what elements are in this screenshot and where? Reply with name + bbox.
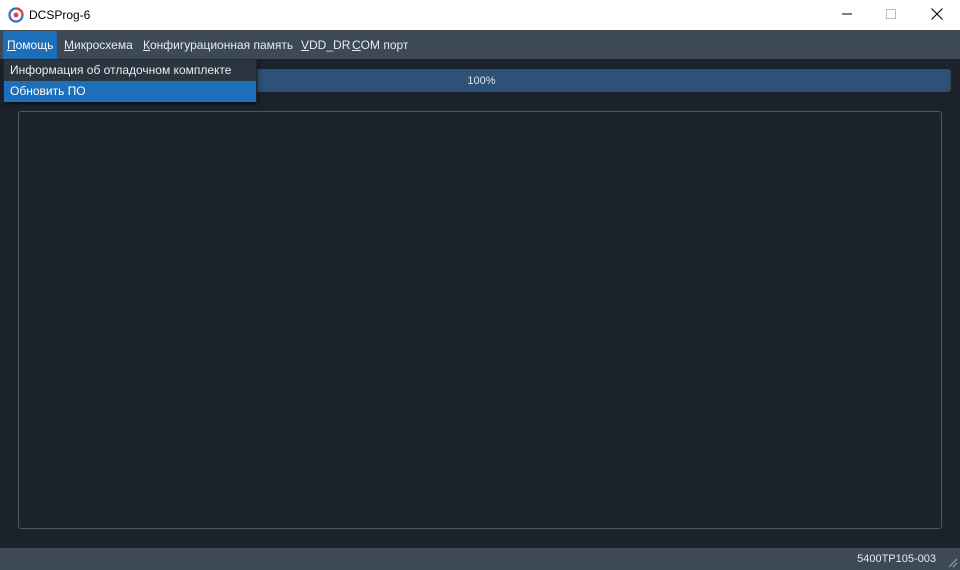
menu-config-memory-mnemonic: К bbox=[143, 38, 150, 52]
window-title: DCSProg-6 bbox=[29, 8, 91, 22]
menu-com-port-label: OM порт bbox=[360, 38, 409, 52]
menu-config-memory[interactable]: Конфигурационная память bbox=[139, 31, 297, 59]
resize-grip-icon[interactable] bbox=[946, 556, 958, 568]
help-dropdown-menu: Информация об отладочном комплекте Обнов… bbox=[3, 59, 257, 102]
app-window: DCSProg-6 Помощь Микросхема Конфигурацио… bbox=[0, 0, 960, 570]
maximize-icon bbox=[886, 8, 896, 22]
menu-item-update-firmware[interactable]: Обновить ПО bbox=[4, 81, 256, 102]
menu-help[interactable]: Помощь bbox=[3, 31, 58, 59]
menu-com-port-mnemonic: C bbox=[352, 38, 361, 52]
menu-config-memory-label: онфигурационная память bbox=[150, 38, 294, 52]
maximize-button[interactable] bbox=[868, 0, 914, 30]
status-bar: 5400ТР105-003 bbox=[0, 548, 960, 570]
menu-vdd-dr[interactable]: VDD_DR bbox=[297, 31, 354, 59]
title-bar[interactable]: DCSProg-6 bbox=[0, 0, 960, 30]
minimize-button[interactable] bbox=[824, 0, 870, 30]
menu-com-port[interactable]: COM порт bbox=[348, 31, 412, 59]
status-chip-name: 5400ТР105-003 bbox=[857, 553, 936, 565]
menu-item-kit-info[interactable]: Информация об отладочном комплекте bbox=[4, 60, 256, 81]
menu-help-mnemonic: П bbox=[7, 38, 16, 52]
dcsprog-logo-icon bbox=[8, 7, 24, 23]
menu-vdd-dr-mnemonic: V bbox=[301, 38, 310, 52]
menu-microchip-mnemonic: М bbox=[64, 38, 74, 52]
log-output-area[interactable] bbox=[18, 111, 942, 529]
minimize-icon bbox=[842, 8, 852, 22]
menu-microchip[interactable]: Микросхема bbox=[60, 31, 137, 59]
menu-microchip-label: икросхема bbox=[74, 38, 133, 52]
menu-vdd-dr-label: DD_DR bbox=[309, 38, 351, 52]
close-icon bbox=[931, 7, 943, 23]
menu-help-label: омощь bbox=[15, 38, 54, 52]
menu-bar: Помощь Микросхема Конфигурационная памят… bbox=[0, 30, 960, 59]
close-button[interactable] bbox=[914, 0, 960, 30]
